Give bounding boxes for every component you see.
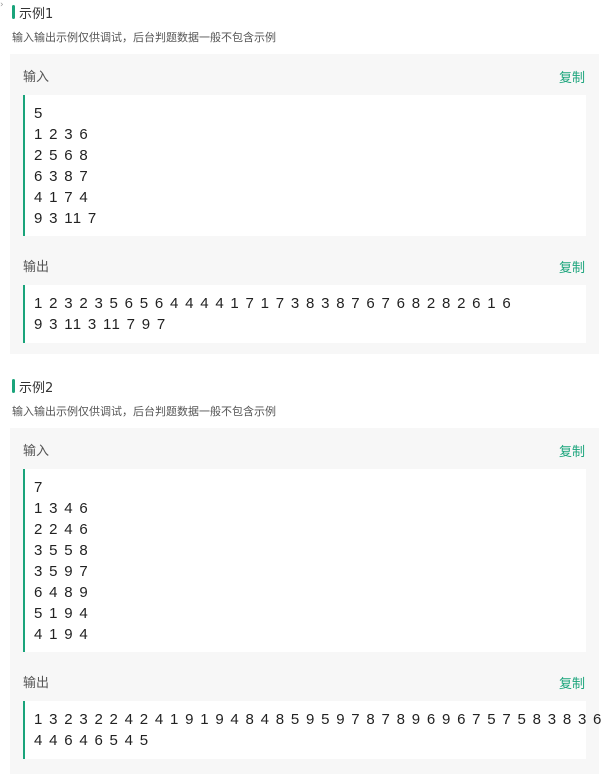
code-line: 2 5 6 8 (34, 147, 89, 164)
input-label: 输入 (23, 70, 50, 85)
code-line: 1 2 3 2 3 5 6 5 6 4 4 4 4 1 7 1 7 3 8 3 … (34, 295, 513, 312)
code-line: 9 3 11 3 11 7 9 7 (34, 316, 167, 333)
example-title: 示例2 (12, 378, 54, 396)
code-line: 2 2 4 6 (34, 521, 89, 538)
output-code-block: 1 2 3 2 3 5 6 5 6 4 4 4 4 1 7 1 7 3 8 3 … (23, 285, 586, 343)
example-panel: 输入 复制 7 1 3 4 6 2 2 4 6 3 5 5 8 3 5 9 7 … (10, 428, 605, 774)
input-label: 输入 (23, 444, 50, 459)
output-code-block: 1 3 2 3 2 2 4 2 4 1 9 1 9 4 8 4 8 5 9 5 … (23, 701, 605, 759)
example-note: 输入输出示例仅供调试，后台判题数据一般不包含示例 (12, 405, 276, 418)
copy-output-button[interactable]: 复制 (559, 673, 585, 692)
code-line: 9 3 11 7 (34, 210, 98, 227)
accent-bar (12, 379, 15, 393)
code-line: 1 2 3 6 (34, 126, 89, 143)
code-line: 6 3 8 7 (34, 168, 89, 185)
example-title-text: 示例1 (19, 6, 54, 22)
code-line: 1 3 4 6 (34, 500, 89, 517)
output-label: 输出 (23, 676, 50, 691)
example-panel: 输入 复制 5 1 2 3 6 2 5 6 8 6 3 8 7 4 1 7 4 … (10, 54, 599, 354)
copy-output-button[interactable]: 复制 (559, 257, 585, 276)
code-line: 1 3 2 3 2 2 4 2 4 1 9 1 9 4 8 4 8 5 9 5 … (34, 711, 605, 728)
copy-input-button[interactable]: 复制 (559, 67, 585, 86)
code-line: 7 (34, 479, 44, 496)
output-label: 输出 (23, 260, 50, 275)
copy-input-button[interactable]: 复制 (559, 441, 585, 460)
code-line: 5 (34, 105, 44, 122)
input-code-block: 5 1 2 3 6 2 5 6 8 6 3 8 7 4 1 7 4 9 3 11… (23, 95, 586, 236)
chevron-right-icon: › (0, 0, 4, 10)
example-title-text: 示例2 (19, 380, 54, 396)
code-line: 3 5 9 7 (34, 563, 89, 580)
code-line: 4 1 7 4 (34, 189, 89, 206)
accent-bar (12, 5, 15, 19)
code-line: 5 1 9 4 (34, 605, 89, 622)
example-title: 示例1 (12, 4, 54, 22)
code-line: 6 4 8 9 (34, 584, 89, 601)
code-line: 4 4 6 4 6 5 4 5 (34, 732, 150, 749)
code-line: 3 5 5 8 (34, 542, 89, 559)
code-line: 4 1 9 4 (34, 626, 89, 643)
input-code-block: 7 1 3 4 6 2 2 4 6 3 5 5 8 3 5 9 7 6 4 8 … (23, 469, 586, 652)
example-note: 输入输出示例仅供调试，后台判题数据一般不包含示例 (12, 31, 276, 44)
